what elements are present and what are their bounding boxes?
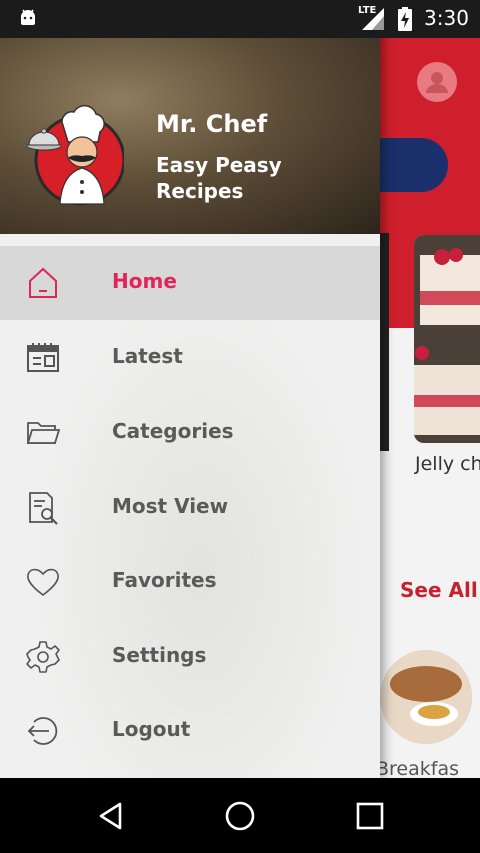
document-search-icon: [29, 492, 58, 525]
menu-item-settings[interactable]: Settings: [0, 620, 380, 694]
network-type: LTE: [358, 5, 377, 16]
drawer-menu: Home Latest Categories Most View Favorit…: [0, 234, 380, 778]
heart-icon: [27, 568, 59, 597]
profile-avatar[interactable]: [417, 62, 457, 102]
search-bar[interactable]: [380, 138, 448, 192]
logout-icon: [27, 717, 58, 745]
chef-logo: [26, 104, 124, 206]
category-title[interactable]: Breakfas: [376, 758, 459, 778]
status-bar: LTE 3:30: [0, 0, 480, 38]
home-icon: [29, 267, 57, 298]
menu-item-logout[interactable]: Logout: [0, 694, 380, 768]
menu-item-favorites[interactable]: Favorites: [0, 545, 380, 619]
menu-label: Latest: [112, 344, 183, 368]
menu-label: Logout: [112, 717, 191, 741]
see-all-link[interactable]: See All: [400, 578, 478, 602]
recipe-card-edge[interactable]: [380, 233, 389, 451]
clock: 3:30: [424, 6, 469, 30]
recipe-card-image[interactable]: [414, 235, 480, 443]
menu-label: Favorites: [112, 568, 217, 592]
menu-item-latest[interactable]: Latest: [0, 321, 380, 395]
lte-signal-icon: LTE: [356, 5, 386, 36]
gear-icon: [26, 641, 60, 673]
home-circle-icon[interactable]: [224, 800, 256, 832]
android-icon: [21, 9, 35, 25]
battery-charging-icon: [398, 7, 412, 31]
system-nav-bar: [0, 778, 480, 853]
menu-item-most-view[interactable]: Most View: [0, 471, 380, 545]
category-image[interactable]: [380, 650, 472, 744]
menu-item-home[interactable]: Home: [0, 246, 380, 320]
folder-icon: [26, 422, 61, 444]
menu-label: Categories: [112, 419, 234, 443]
navigation-drawer: Mr. Chef Easy Peasy Recipes Home Latest …: [0, 0, 380, 778]
menu-label: Most View: [112, 494, 229, 518]
menu-label: Home: [112, 269, 177, 293]
calendar-icon: [27, 343, 59, 372]
app-tagline: Easy Peasy Recipes: [156, 153, 282, 203]
menu-label: Settings: [112, 643, 207, 667]
app-name: Mr. Chef: [156, 110, 268, 138]
back-icon[interactable]: [96, 800, 128, 832]
user-icon: [426, 72, 448, 93]
recipe-title[interactable]: Jelly ch: [415, 453, 480, 475]
recents-icon[interactable]: [354, 800, 386, 832]
menu-item-categories[interactable]: Categories: [0, 396, 380, 470]
